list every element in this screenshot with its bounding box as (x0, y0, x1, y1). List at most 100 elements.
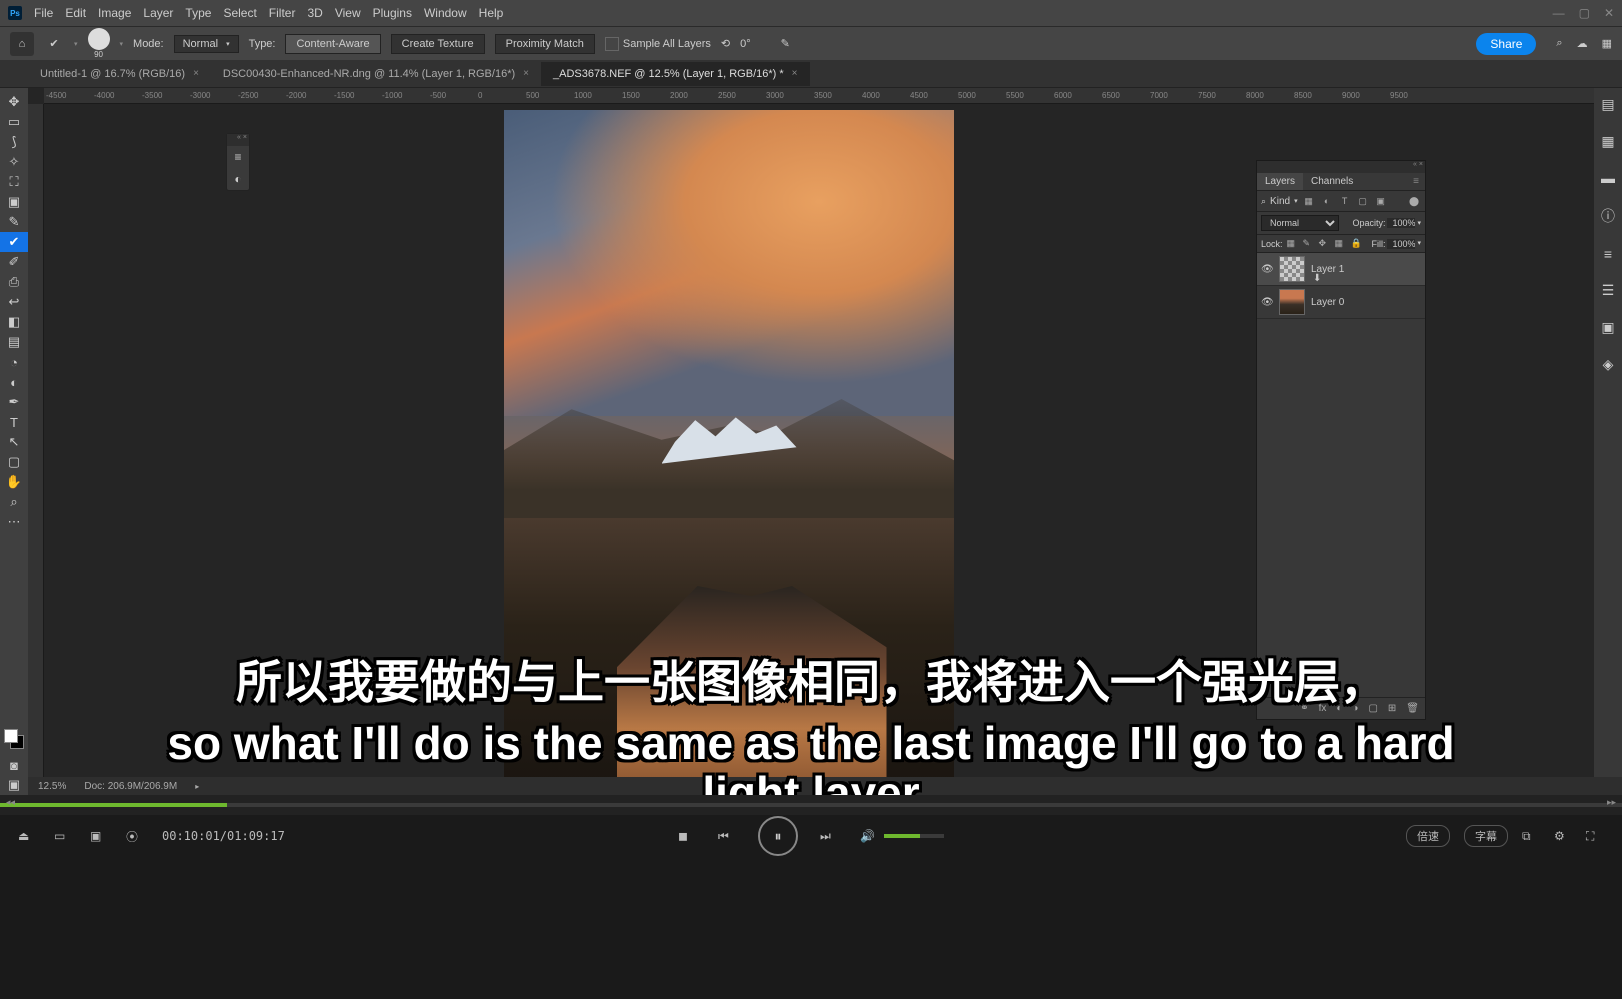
quick-mask-icon[interactable]: ◙ (0, 755, 28, 775)
tab-layers[interactable]: Layers (1257, 173, 1303, 190)
speed-button[interactable]: 倍速 (1406, 825, 1450, 847)
properties-icon[interactable]: ≡ (1604, 246, 1612, 262)
tab-close-icon[interactable]: × (792, 68, 798, 79)
tab-ads3678[interactable]: _ADS3678.NEF @ 12.5% (Layer 1, RGB/16*) … (541, 62, 810, 86)
menu-3d[interactable]: 3D (307, 6, 322, 20)
layer-row[interactable]: 👁 Layer 1 ⬇ (1257, 253, 1425, 286)
adjustments-icon[interactable]: ☰ (1602, 282, 1615, 299)
delete-layer-icon[interactable]: 🗑 (1406, 703, 1419, 714)
document-info[interactable]: Doc: 206.9M/206.9M (84, 781, 177, 792)
path-tool[interactable]: ↖ (0, 432, 28, 452)
edit-toolbar[interactable]: ⋯ (0, 512, 28, 532)
brush-preview[interactable] (88, 28, 110, 50)
blur-tool[interactable]: ◔ (0, 352, 28, 372)
visibility-icon[interactable]: 👁 (1261, 264, 1273, 275)
zoom-tool[interactable]: ⌕ (0, 492, 28, 512)
lock-artboard-icon[interactable]: ▦ (1335, 238, 1347, 249)
crop-tool[interactable]: ⛶ (0, 172, 28, 192)
proximity-match-button[interactable]: Proximity Match (495, 34, 595, 54)
menu-type[interactable]: Type (185, 6, 211, 20)
home-button[interactable]: ⌂ (10, 32, 34, 56)
blend-mode-select[interactable]: Normal (1261, 215, 1339, 231)
sample-all-checkbox[interactable]: Sample All Layers (605, 37, 711, 51)
search-icon[interactable]: ⌕ (1556, 37, 1562, 50)
link-layers-icon[interactable]: ⚭ (1300, 703, 1308, 714)
eyedropper-tool[interactable]: ✎ (0, 212, 28, 232)
group-icon[interactable]: ▢ (1368, 703, 1377, 714)
pen-tool[interactable]: ✒ (0, 392, 28, 412)
lock-position-icon[interactable]: ✥ (1319, 238, 1331, 249)
healing-brush-icon[interactable]: ✔ (44, 34, 64, 54)
new-layer-icon[interactable]: ⊞ (1388, 703, 1396, 714)
filter-shape-icon[interactable]: ▢ (1356, 194, 1370, 208)
color-icon[interactable]: ▤ (1601, 96, 1614, 113)
swatches-icon[interactable]: ▦ (1601, 133, 1614, 150)
playlist-icon[interactable]: ▭ (54, 829, 72, 843)
menu-select[interactable]: Select (223, 6, 256, 20)
caption-button[interactable]: 字幕 (1464, 825, 1508, 847)
panel-collapse-icon[interactable]: « (1413, 161, 1417, 173)
stamp-tool[interactable]: ⎙ (0, 272, 28, 292)
angle-value[interactable]: 0° (740, 38, 751, 50)
info-icon[interactable]: ⓘ (1601, 206, 1615, 226)
pip-icon[interactable]: ⧉ (1522, 829, 1540, 844)
layer-thumbnail[interactable] (1279, 256, 1305, 282)
shape-tool[interactable]: ▢ (0, 452, 28, 472)
menu-layer[interactable]: Layer (143, 6, 173, 20)
history-icon[interactable]: ◈ (1603, 356, 1614, 373)
mode-select[interactable]: Normal▾ (174, 35, 239, 53)
frame-tool[interactable]: ▣ (0, 192, 28, 212)
next-chapter-icon[interactable]: ▸▸ (1607, 797, 1616, 808)
dodge-tool[interactable]: ◐ (0, 372, 28, 392)
fill-input[interactable] (1387, 239, 1415, 249)
styles-icon[interactable]: ◐ (227, 168, 249, 190)
panel-close-icon[interactable]: × (1419, 161, 1423, 173)
pause-button[interactable]: ⏸ (758, 816, 798, 856)
volume-slider[interactable] (884, 834, 944, 838)
settings-icon[interactable]: ⚙ (1554, 829, 1572, 843)
menu-view[interactable]: View (335, 6, 361, 20)
window-close-icon[interactable]: ✕ (1604, 6, 1614, 20)
adjustments-icon[interactable]: ≡ (227, 146, 249, 168)
fullscreen-icon[interactable]: ⛶ (1586, 829, 1604, 844)
opacity-input[interactable] (1387, 218, 1415, 228)
filter-kind-select[interactable]: Kind (1270, 196, 1290, 207)
libraries-icon[interactable]: ▣ (1601, 319, 1614, 336)
filter-type-icon[interactable]: T (1338, 194, 1352, 208)
lock-transparency-icon[interactable]: ▦ (1287, 238, 1299, 249)
filter-pixel-icon[interactable]: ▦ (1302, 194, 1316, 208)
menu-filter[interactable]: Filter (269, 6, 296, 20)
layer-fx-icon[interactable]: fx (1319, 703, 1327, 714)
hand-tool[interactable]: ✋ (0, 472, 28, 492)
brush-tool[interactable]: ✐ (0, 252, 28, 272)
gradient-icon[interactable]: ▬ (1601, 170, 1615, 186)
lock-all-icon[interactable]: 🔒 (1351, 238, 1363, 249)
eject-icon[interactable]: ⏏ (18, 829, 36, 843)
prev-icon[interactable]: ⏮ (718, 829, 736, 844)
layer-thumbnail[interactable] (1279, 289, 1305, 315)
adjustment-layer-icon[interactable]: ◑ (1352, 703, 1358, 714)
tab-untitled1[interactable]: Untitled-1 @ 16.7% (RGB/16)× (28, 62, 211, 86)
angle-icon[interactable]: ⟲ (721, 37, 730, 50)
menu-edit[interactable]: Edit (65, 6, 86, 20)
zoom-level[interactable]: 12.5% (38, 781, 66, 792)
workspace-icon[interactable]: ▦ (1602, 37, 1612, 50)
screenshot-icon[interactable]: ▣ (90, 829, 108, 843)
canvas[interactable]: -4500-4000-3500-3000-2500-2000-1500-1000… (28, 88, 1622, 795)
panel-menu-icon[interactable]: ≡ (1407, 173, 1425, 190)
marquee-tool[interactable]: ▭ (0, 112, 28, 132)
create-texture-button[interactable]: Create Texture (391, 34, 485, 54)
history-brush-tool[interactable]: ↩ (0, 292, 28, 312)
wand-tool[interactable]: ✧ (0, 152, 28, 172)
filter-adjust-icon[interactable]: ◐ (1320, 194, 1334, 208)
cloud-docs-icon[interactable]: ☁ (1577, 37, 1588, 50)
type-tool[interactable]: T (0, 412, 28, 432)
prev-chapter-icon[interactable]: ◂◂ (6, 797, 15, 808)
menu-window[interactable]: Window (424, 6, 467, 20)
visibility-icon[interactable]: 👁 (1261, 297, 1273, 308)
eraser-tool[interactable]: ◧ (0, 312, 28, 332)
menu-plugins[interactable]: Plugins (373, 6, 412, 20)
tab-channels[interactable]: Channels (1303, 173, 1361, 190)
tab-dsc00430[interactable]: DSC00430-Enhanced-NR.dng @ 11.4% (Layer … (211, 62, 541, 86)
filter-toggle-icon[interactable]: ⬤ (1407, 194, 1421, 208)
